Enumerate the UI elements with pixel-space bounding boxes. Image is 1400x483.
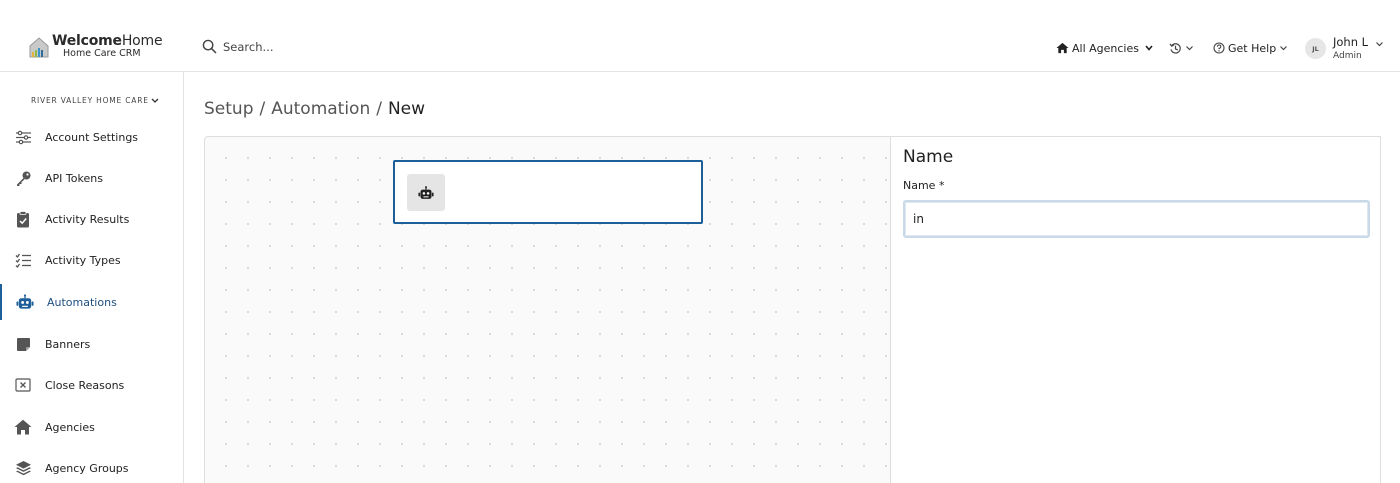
name-field[interactable]: [903, 200, 1370, 238]
automation-trigger-node[interactable]: [393, 160, 703, 224]
close-box-icon: [14, 376, 32, 394]
help-menu[interactable]: Get Help: [1213, 39, 1288, 57]
sidebar-item-close-reasons[interactable]: Close Reasons: [0, 367, 183, 403]
sidebar-item-activity-results[interactable]: Activity Results: [0, 201, 183, 237]
breadcrumb-separator: /: [376, 99, 382, 119]
chevron-down-icon: [1186, 46, 1193, 51]
history-icon: [1169, 42, 1181, 54]
clipboard-check-icon: [14, 210, 32, 228]
sidebar-item-agencies[interactable]: Agencies: [0, 409, 183, 445]
sidebar-item-label: Account Settings: [45, 130, 139, 144]
sidebar: RIVER VALLEY HOME CARE Account Settings …: [0, 72, 184, 483]
organization-selector[interactable]: RIVER VALLEY HOME CARE: [31, 96, 159, 105]
sidebar-item-label: Close Reasons: [45, 378, 125, 392]
sidebar-item-label: Agency Groups: [45, 461, 129, 475]
agency-selector[interactable]: All Agencies: [1056, 39, 1156, 57]
sidebar-item-label: Banners: [45, 337, 91, 351]
breadcrumb-separator: /: [259, 99, 266, 119]
sidebar-item-banners[interactable]: Banners: [0, 326, 183, 362]
user-name: John L: [1333, 35, 1369, 49]
sidebar-item-label: Activity Results: [45, 212, 130, 226]
breadcrumb-setup-link[interactable]: Setup: [204, 99, 253, 119]
sidebar-item-label: Agencies: [45, 420, 95, 434]
agency-selector-label: All Agencies: [1072, 41, 1139, 55]
house-icon: [1056, 42, 1069, 54]
automation-flow-canvas[interactable]: [204, 136, 891, 483]
key-icon: [14, 169, 32, 187]
sidebar-item-label: API Tokens: [45, 171, 103, 185]
sidebar-item-label: Automations: [47, 295, 117, 309]
logo-title: WelcomeHome: [52, 33, 163, 49]
search-input[interactable]: [223, 37, 483, 57]
app-logo[interactable]: WelcomeHome Home Care CRM: [28, 33, 168, 63]
breadcrumb: Setup / Automation / New: [204, 99, 425, 119]
sidebar-item-api-tokens[interactable]: API Tokens: [0, 160, 183, 196]
note-icon: [14, 335, 32, 353]
sliders-icon: [14, 128, 32, 146]
help-label: Get Help: [1228, 41, 1277, 55]
organization-name: RIVER VALLEY HOME CARE: [31, 96, 149, 105]
sidebar-item-activity-types[interactable]: Activity Types: [0, 242, 183, 278]
layers-icon: [14, 459, 32, 477]
chevron-down-icon: [1280, 46, 1288, 51]
chevron-down-icon: [151, 98, 159, 103]
caret-down-icon: [1145, 45, 1153, 51]
properties-panel: Name Name *: [890, 136, 1381, 483]
checklist-icon: [14, 251, 32, 269]
sidebar-item-label: Activity Types: [45, 253, 121, 267]
search-icon: [202, 39, 217, 54]
robot-icon: [407, 174, 445, 211]
user-role: Admin: [1333, 51, 1362, 61]
top-header: WelcomeHome Home Care CRM All Agencies: [0, 0, 1400, 72]
sidebar-item-account-settings[interactable]: Account Settings: [0, 119, 183, 155]
logo-subtitle: Home Care CRM: [63, 48, 141, 59]
house-chart-logo-icon: [29, 37, 49, 58]
help-circle-icon: [1213, 42, 1225, 54]
robot-icon: [16, 293, 34, 311]
panel-title: Name: [903, 147, 954, 167]
avatar: JL: [1305, 38, 1326, 59]
sidebar-item-agency-groups[interactable]: Agency Groups: [0, 450, 183, 483]
history-menu[interactable]: [1169, 40, 1194, 56]
sidebar-item-automations[interactable]: Automations: [0, 284, 183, 320]
breadcrumb-current: New: [387, 99, 426, 119]
breadcrumb-automation-link[interactable]: Automation: [271, 99, 370, 119]
search-bar: [202, 37, 502, 57]
name-field-label: Name *: [903, 179, 945, 192]
chevron-down-icon: [1376, 42, 1383, 47]
house-icon: [14, 418, 32, 436]
